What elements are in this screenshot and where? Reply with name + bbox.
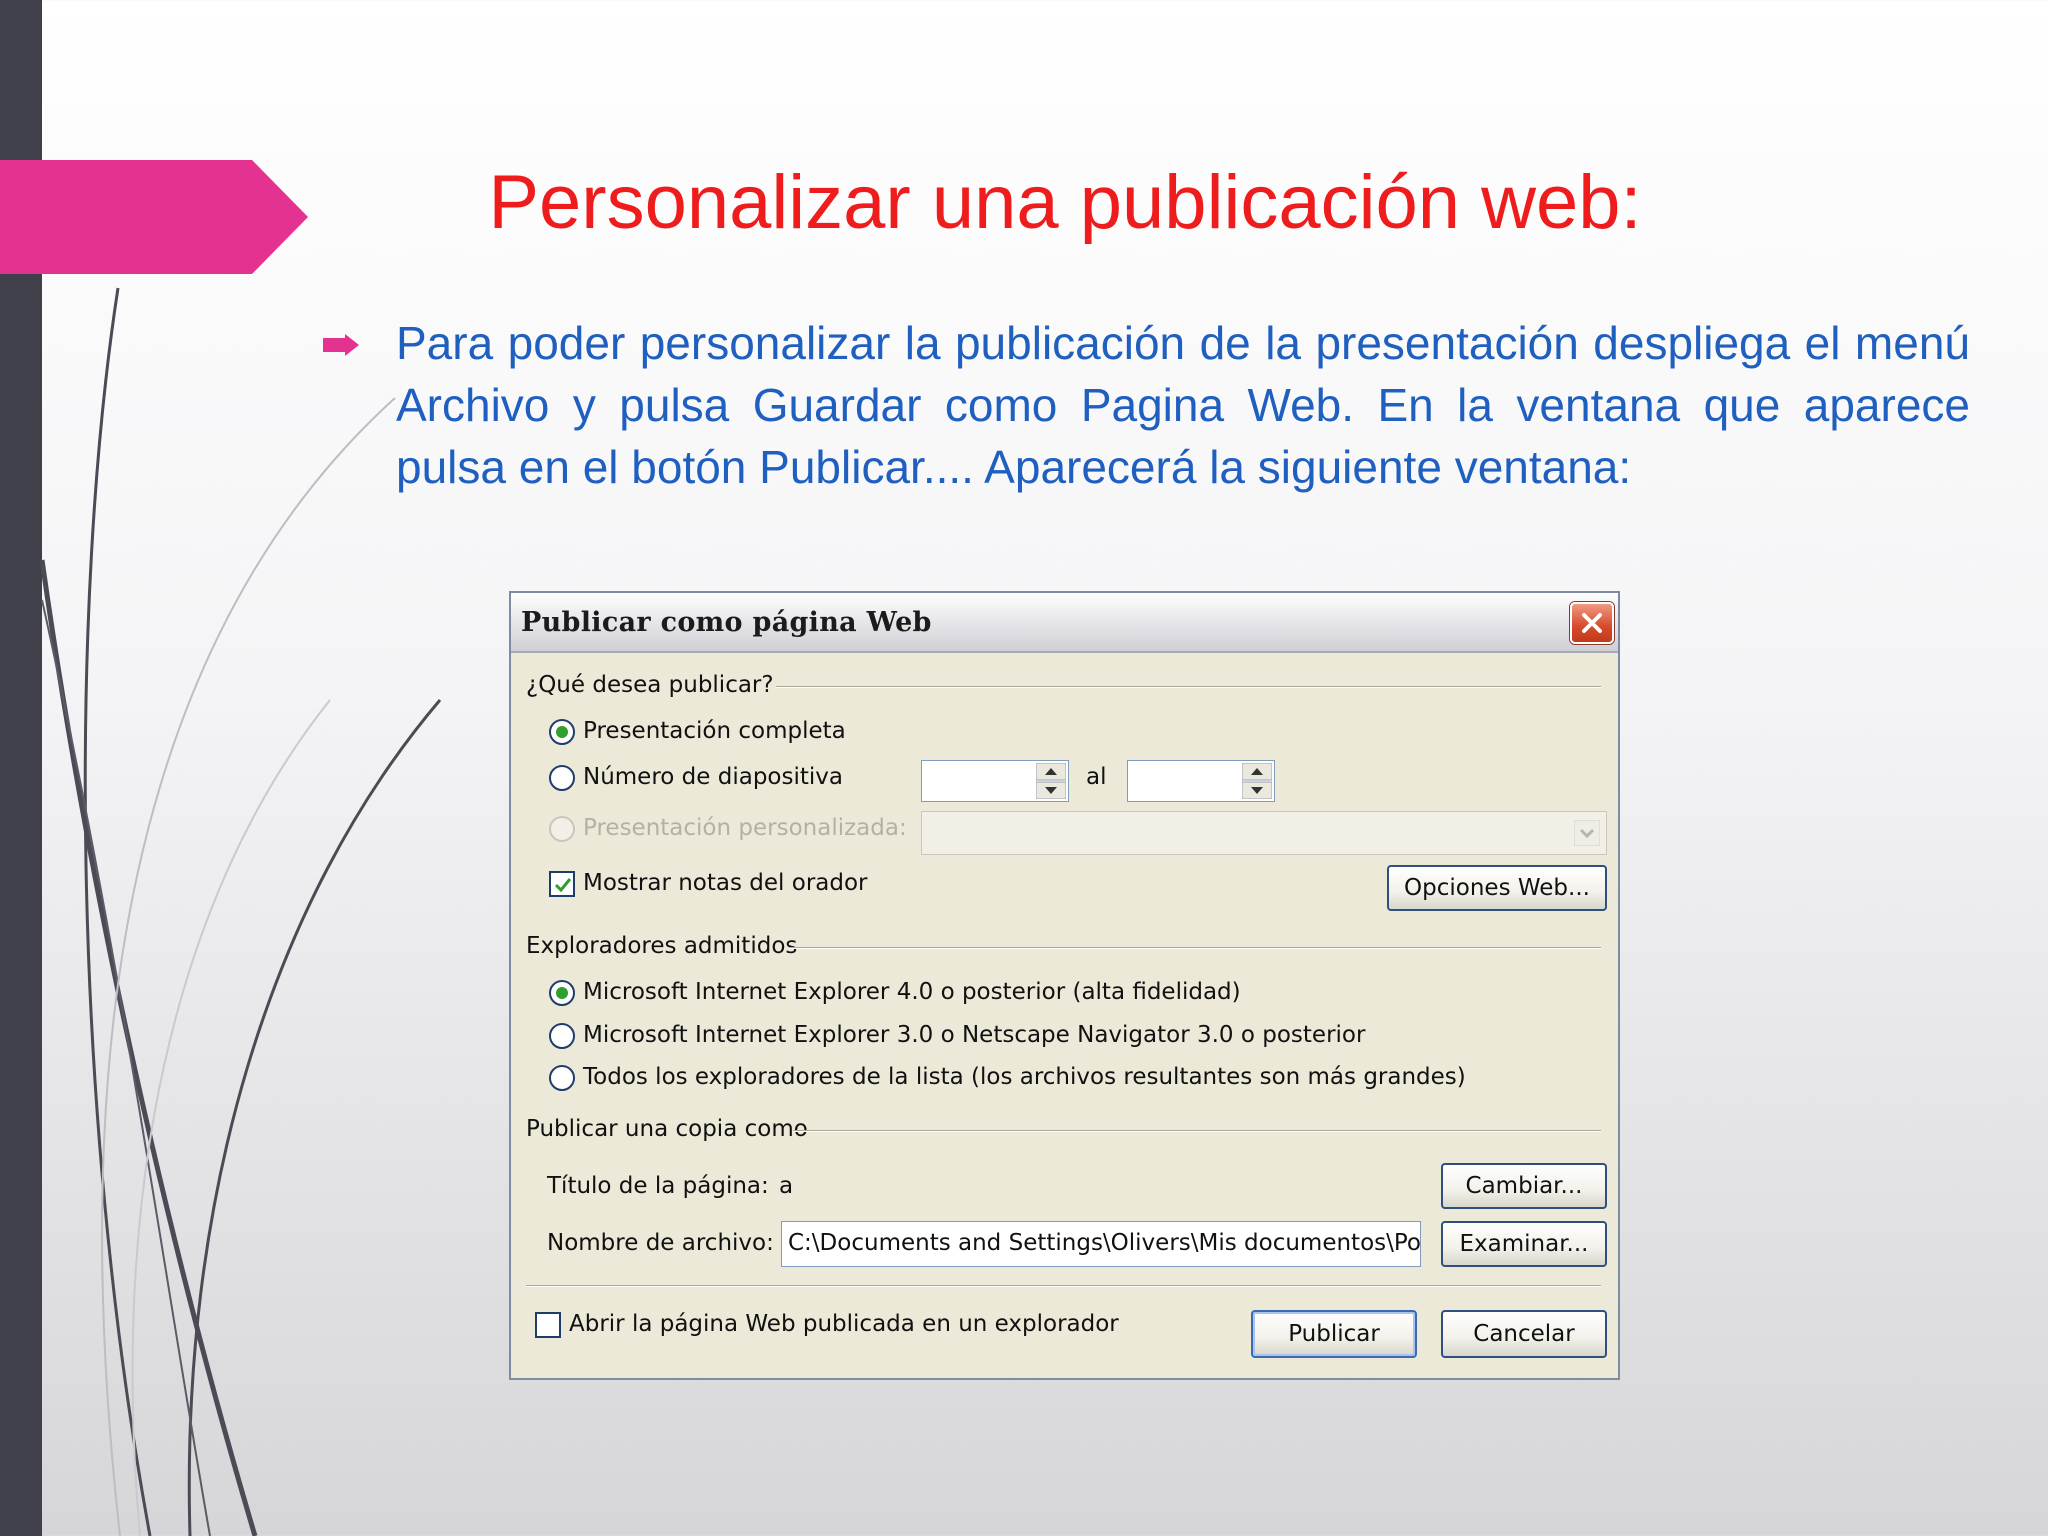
custom-presentation-select[interactable] (921, 811, 1607, 855)
radio-browser-all[interactable] (549, 1065, 575, 1091)
slide-to-input[interactable] (1127, 760, 1275, 802)
group-divider (776, 686, 1601, 688)
radio-custom-presentation[interactable] (549, 816, 575, 842)
footer-divider (526, 1285, 1601, 1287)
browse-button[interactable]: Examinar... (1441, 1221, 1607, 1267)
label-page-title: Título de la página: (547, 1173, 769, 1199)
close-icon (1582, 613, 1602, 633)
label-show-notes: Mostrar notas del orador (583, 870, 868, 896)
group-label-what: ¿Qué desea publicar? (526, 672, 774, 698)
label-browser-ie3: Microsoft Internet Explorer 3.0 o Netsca… (583, 1022, 1366, 1048)
group-label-browsers: Exploradores admitidos (526, 933, 798, 959)
label-filename: Nombre de archivo: (547, 1230, 774, 1256)
close-button[interactable] (1570, 602, 1614, 644)
chevron-down-icon (1574, 820, 1600, 846)
publish-web-dialog: Publicar como página Web ¿Qué desea publ… (509, 591, 1620, 1380)
publish-button[interactable]: Publicar (1251, 1310, 1417, 1358)
radio-browser-ie4[interactable] (549, 980, 575, 1006)
group-divider (789, 947, 1601, 949)
page-title-value: a (779, 1173, 794, 1199)
group-divider (793, 1130, 1601, 1132)
label-browser-all: Todos los exploradores de la lista (los … (583, 1064, 1466, 1090)
group-label-copy: Publicar una copia como (526, 1116, 808, 1142)
slide-title: Personalizar una publicación web: (488, 160, 1642, 245)
label-open-in-browser: Abrir la página Web publicada en un expl… (569, 1311, 1119, 1337)
dialog-title: Publicar como página Web (521, 607, 932, 638)
label-slide-number: Número de diapositiva (583, 764, 843, 790)
spinner-arrows-icon[interactable] (1242, 763, 1272, 799)
radio-slide-number[interactable] (549, 765, 575, 791)
label-custom-presentation: Presentación personalizada: (583, 815, 907, 841)
filename-input[interactable]: C:\Documents and Settings\Olivers\Mis do… (781, 1221, 1421, 1267)
web-options-button[interactable]: Opciones Web... (1387, 865, 1607, 911)
change-title-button[interactable]: Cambiar... (1441, 1163, 1607, 1209)
dialog-titlebar[interactable]: Publicar como página Web (511, 593, 1618, 653)
radio-browser-ie3[interactable] (549, 1023, 575, 1049)
checkbox-show-notes[interactable] (549, 871, 575, 897)
label-full-presentation: Presentación completa (583, 718, 846, 744)
label-range-to: al (1086, 764, 1107, 790)
cancel-button[interactable]: Cancelar (1441, 1310, 1607, 1358)
radio-full-presentation[interactable] (549, 719, 575, 745)
filename-input-value: C:\Documents and Settings\Olivers\Mis do… (788, 1230, 1421, 1256)
slide-from-input[interactable] (921, 760, 1069, 802)
checkbox-open-in-browser[interactable] (535, 1312, 561, 1338)
spinner-arrows-icon[interactable] (1036, 763, 1066, 799)
bullet-arrow-icon (323, 334, 359, 356)
checkmark-icon (554, 878, 572, 893)
label-browser-ie4: Microsoft Internet Explorer 4.0 o poster… (583, 979, 1241, 1005)
slide-body-text: Para poder personalizar la publicación d… (396, 317, 1970, 493)
